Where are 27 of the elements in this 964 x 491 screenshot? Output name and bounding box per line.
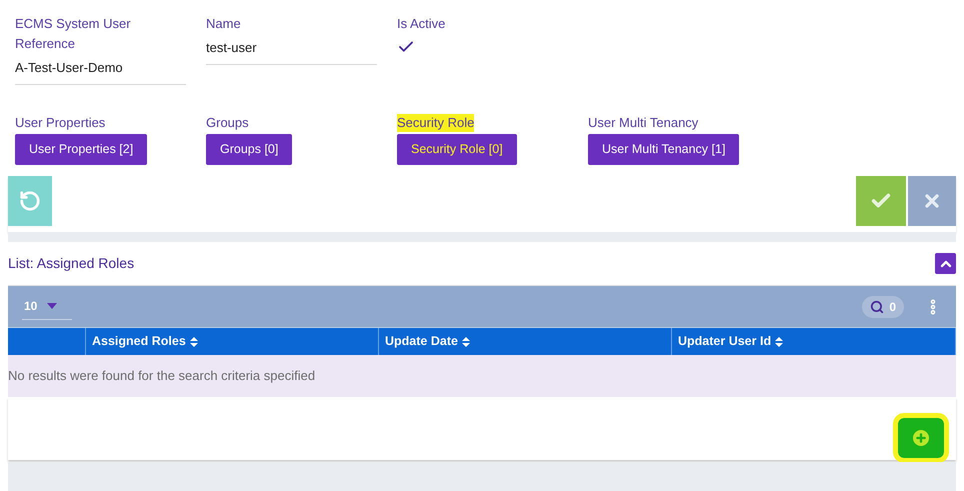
reset-icon bbox=[19, 190, 41, 212]
field-label: Is Active bbox=[397, 15, 446, 33]
section-label: Security Role bbox=[397, 114, 474, 132]
section-label: Groups bbox=[206, 114, 249, 132]
input-field[interactable]: A-Test-User-Demo bbox=[15, 58, 186, 84]
field-label: Name bbox=[206, 15, 242, 33]
section-label: User Multi Tenancy bbox=[588, 114, 698, 132]
input-field[interactable]: test-user bbox=[206, 38, 377, 64]
section-button[interactable]: Groups [0] bbox=[206, 134, 292, 165]
section-label: User Properties bbox=[15, 114, 106, 132]
reset-button[interactable] bbox=[8, 176, 52, 226]
close-button[interactable] bbox=[908, 176, 956, 226]
empty-message: No results were found for the search criteria specified bbox=[8, 367, 316, 386]
sort-icon bbox=[190, 336, 198, 346]
section-button[interactable]: User Multi Tenancy [1] bbox=[588, 134, 740, 165]
caret-icon bbox=[47, 303, 58, 309]
section-button[interactable]: Security Role [0] bbox=[397, 134, 517, 165]
field-label: ECMS System User Reference bbox=[15, 15, 132, 53]
collapse-button[interactable] bbox=[935, 253, 956, 274]
sort-icon bbox=[775, 336, 784, 346]
sort-icon bbox=[462, 336, 470, 346]
plus-icon bbox=[910, 427, 932, 449]
save-button[interactable] bbox=[856, 176, 906, 226]
list-title: List: Assigned Roles bbox=[8, 254, 134, 273]
add-button[interactable] bbox=[898, 418, 944, 458]
search-icon bbox=[870, 300, 884, 314]
section-button[interactable]: User Properties [2] bbox=[15, 134, 148, 165]
